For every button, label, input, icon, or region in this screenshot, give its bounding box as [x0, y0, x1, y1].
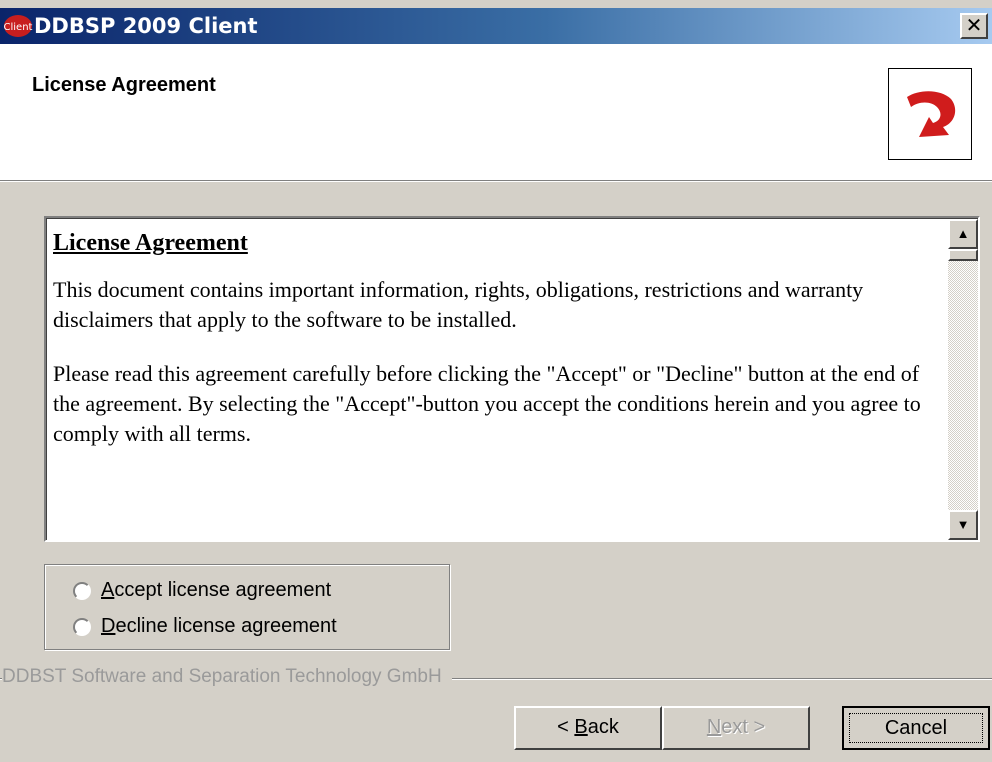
vertical-scrollbar[interactable]: ▲ ▼	[948, 219, 978, 540]
scroll-thumb[interactable]	[948, 249, 978, 261]
arrow-up-icon: ▲	[956, 226, 970, 241]
scroll-down-button[interactable]: ▼	[948, 510, 978, 540]
cancel-button-label: Cancel	[849, 713, 983, 743]
app-icon-text: Client	[4, 22, 33, 33]
radio-button-icon[interactable]	[73, 581, 91, 600]
close-button[interactable]: ✕	[960, 13, 988, 39]
radio-button-icon[interactable]	[73, 617, 91, 636]
decline-license-label: ecline license agreement	[115, 615, 337, 637]
license-choice-group: Accept license agreement Decline license…	[44, 564, 450, 650]
scroll-up-button[interactable]: ▲	[948, 219, 978, 249]
back-button[interactable]: < Back	[514, 706, 662, 750]
arrow-down-icon: ▼	[956, 517, 970, 532]
license-text-box[interactable]: License Agreement This document contains…	[44, 216, 980, 542]
license-paragraph-2: Please read this agreement carefully bef…	[53, 361, 921, 446]
next-button[interactable]: Next >	[662, 706, 810, 750]
title-bar[interactable]: Client DDBSP 2009 Client ✕	[0, 8, 992, 44]
cancel-button[interactable]: Cancel	[842, 706, 990, 750]
app-icon: Client	[4, 15, 33, 37]
accept-license-radio[interactable]: Accept license agreement	[73, 577, 331, 603]
page-title: License Agreement	[32, 74, 216, 96]
logo-arrow-icon	[907, 91, 956, 137]
license-paragraph-1: This document contains important informa…	[53, 277, 864, 332]
license-heading: License Agreement	[53, 230, 248, 256]
company-name: DDBST Software and Separation Technology…	[2, 666, 452, 688]
window-title: DDBSP 2009 Client	[34, 14, 258, 38]
license-document: License Agreement This document contains…	[53, 227, 933, 473]
close-icon: ✕	[965, 13, 983, 37]
ddbst-logo	[888, 68, 972, 160]
decline-license-radio[interactable]: Decline license agreement	[73, 613, 337, 639]
wizard-header: License Agreement	[0, 44, 992, 180]
accept-license-label: ccept license agreement	[114, 579, 332, 601]
